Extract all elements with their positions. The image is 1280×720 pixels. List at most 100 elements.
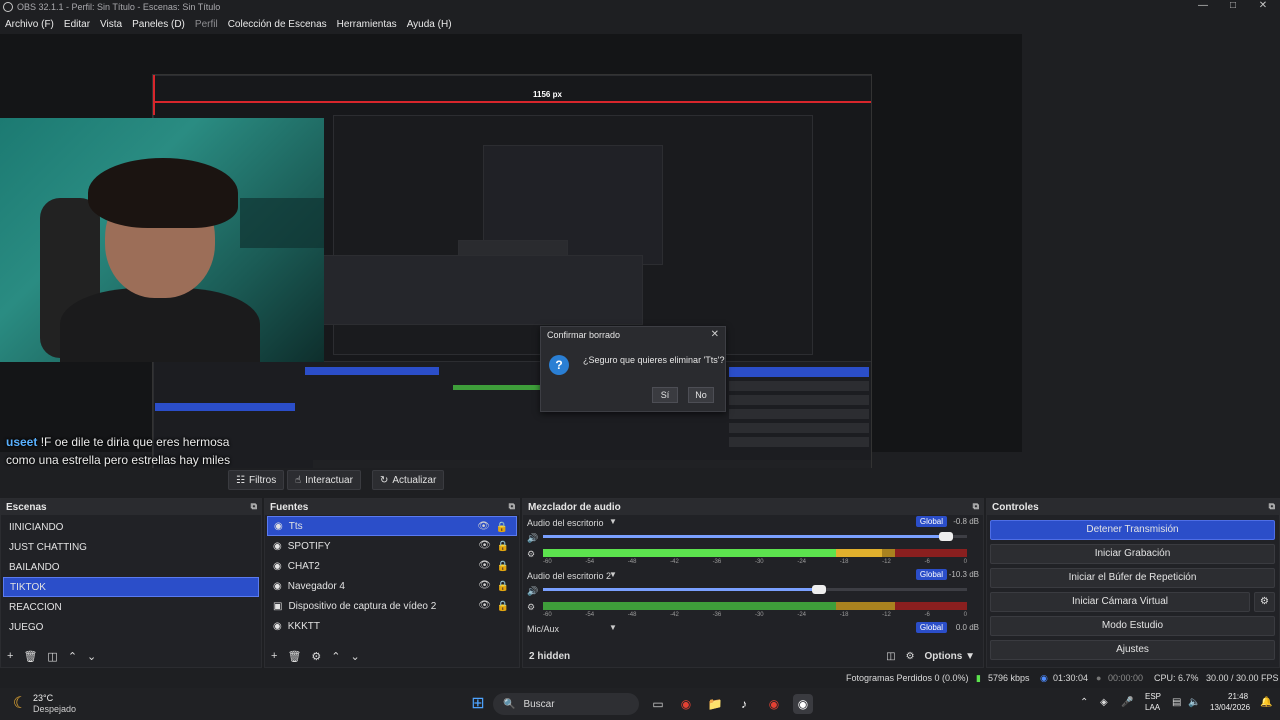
- chevron-down-icon[interactable]: ▼: [609, 517, 617, 526]
- volume-icon[interactable]: 🔈: [1188, 697, 1200, 708]
- gear-icon[interactable]: ⚙: [311, 650, 321, 663]
- chevron-up-icon[interactable]: ⌃: [1080, 697, 1088, 708]
- trash-icon[interactable]: 🗑: [287, 650, 301, 663]
- visibility-icon[interactable]: 👁: [478, 560, 491, 571]
- source-label: SPOTIFY: [287, 540, 331, 552]
- menu-coleccion[interactable]: Colección de Escenas: [223, 19, 332, 30]
- virtual-camera-button[interactable]: Iniciar Cámara Virtual: [990, 592, 1250, 612]
- add-icon[interactable]: +: [271, 650, 277, 662]
- stop-stream-button[interactable]: Detener Transmisión: [990, 520, 1275, 540]
- visibility-icon[interactable]: 👁: [478, 580, 491, 591]
- menu-herramientas[interactable]: Herramientas: [332, 19, 402, 30]
- weather-icon[interactable]: ☾: [10, 694, 30, 714]
- scene-item-selected[interactable]: TIKTOK: [3, 577, 259, 597]
- lock-icon[interactable]: 🔒: [497, 541, 509, 552]
- monitor-icon[interactable]: ⚙: [527, 549, 535, 560]
- visibility-icon[interactable]: 👁: [477, 521, 490, 532]
- undock-icon[interactable]: ⧉: [251, 501, 257, 512]
- network-icon[interactable]: ▤: [1172, 697, 1181, 708]
- source-item[interactable]: ◉ Navegador 4 👁 🔒: [267, 576, 517, 596]
- undock-icon[interactable]: ⧉: [1269, 501, 1275, 512]
- undock-icon[interactable]: ⧉: [509, 501, 515, 512]
- task-view-icon[interactable]: ▭: [648, 694, 668, 714]
- volume-slider[interactable]: [543, 532, 967, 541]
- lock-icon[interactable]: 🔒: [497, 601, 509, 612]
- trash-icon[interactable]: 🗑: [23, 650, 37, 663]
- add-icon[interactable]: +: [7, 650, 13, 662]
- dialog-message: ¿Seguro que quieres eliminar 'Tts'?: [583, 355, 725, 365]
- no-button[interactable]: No: [688, 387, 714, 403]
- interact-button[interactable]: ☝ Interactuar: [287, 470, 361, 490]
- scene-item[interactable]: IINICIANDO: [3, 517, 259, 537]
- volume-slider[interactable]: [543, 585, 967, 594]
- lang-top[interactable]: ESP: [1145, 692, 1161, 701]
- arrow-up-icon[interactable]: ⌃: [68, 650, 77, 663]
- lock-icon[interactable]: 🔒: [497, 581, 509, 592]
- global-badge[interactable]: Global: [915, 622, 947, 633]
- obs-icon[interactable]: ◉: [793, 694, 813, 714]
- tiktok-icon[interactable]: ♪: [734, 694, 754, 714]
- arrow-up-icon[interactable]: ⌃: [331, 650, 340, 663]
- visibility-icon[interactable]: 👁: [478, 600, 491, 611]
- menu-editar[interactable]: Editar: [59, 19, 95, 30]
- menu-paneles[interactable]: Paneles (D): [127, 19, 190, 30]
- source-item[interactable]: ◉ CHAT2 👁 🔒: [267, 556, 517, 576]
- level-meter: [543, 549, 967, 557]
- source-item[interactable]: ▣ Dispositivo de captura de vídeo 2 👁 🔒: [267, 596, 517, 616]
- dialog-close-icon[interactable]: ✕: [711, 329, 719, 340]
- source-item-selected[interactable]: ◉ Tts 👁 🔒: [267, 516, 517, 536]
- chrome-icon[interactable]: ◉: [676, 694, 696, 714]
- scene-item[interactable]: BAILANDO: [3, 557, 259, 577]
- chevron-down-icon[interactable]: ▼: [609, 623, 617, 632]
- preview-area[interactable]: 1156 px Confirmar borrado ✕ ? ¿Seguro qu…: [0, 34, 1022, 478]
- visibility-icon[interactable]: 👁: [478, 540, 491, 551]
- maximize-icon[interactable]: □: [1216, 0, 1250, 14]
- arrow-down-icon[interactable]: ⌄: [87, 650, 96, 663]
- source-item[interactable]: ◉ KKKTT: [267, 616, 517, 636]
- microphone-icon[interactable]: 🎤: [1121, 697, 1133, 708]
- clock-time[interactable]: 21:48: [1228, 692, 1248, 701]
- lock-icon[interactable]: 🔒: [496, 522, 508, 533]
- layout-icon[interactable]: ◫: [886, 651, 895, 662]
- windows-start-icon[interactable]: ⊞: [468, 694, 488, 714]
- camera-source-icon: ▣: [273, 600, 283, 612]
- app-tray-icon[interactable]: ◈: [1100, 697, 1108, 708]
- gear-icon[interactable]: ⚙: [906, 651, 915, 662]
- global-badge[interactable]: Global: [915, 516, 947, 527]
- minimize-icon[interactable]: —: [1186, 0, 1220, 14]
- replay-buffer-button[interactable]: Iniciar el Búfer de Repetición: [990, 568, 1275, 588]
- clock-date[interactable]: 13/04/2026: [1210, 703, 1250, 712]
- monitor-icon[interactable]: ⚙: [527, 602, 535, 613]
- options-button[interactable]: Options ▼: [925, 651, 975, 662]
- scene-item[interactable]: REACCION: [3, 597, 259, 617]
- yes-button[interactable]: Sí: [652, 387, 678, 403]
- lang-bottom[interactable]: LAA: [1145, 703, 1160, 712]
- filters-button[interactable]: ☷ Filtros: [228, 470, 285, 490]
- virtual-camera-settings-icon[interactable]: ⚙: [1254, 592, 1275, 612]
- source-item[interactable]: ◉ SPOTIFY 👁 🔒: [267, 536, 517, 556]
- speaker-icon[interactable]: 🔊: [527, 586, 538, 597]
- start-recording-button[interactable]: Iniciar Grabación: [990, 544, 1275, 564]
- close-icon[interactable]: ✕: [1246, 0, 1280, 14]
- global-badge[interactable]: Global: [915, 569, 947, 580]
- hidden-count[interactable]: 2 hidden: [529, 651, 570, 662]
- chevron-down-icon[interactable]: ▼: [609, 570, 617, 579]
- settings-button[interactable]: Ajustes: [990, 640, 1275, 660]
- folder-icon[interactable]: 📁: [705, 694, 725, 714]
- refresh-button[interactable]: ↻ Actualizar: [372, 470, 445, 490]
- taskbar-search[interactable]: 🔍 Buscar: [493, 693, 639, 715]
- speaker-icon[interactable]: 🔊: [527, 533, 538, 544]
- filter-icon[interactable]: ◫: [47, 650, 57, 663]
- menu-ayuda[interactable]: Ayuda (H): [402, 19, 457, 30]
- menu-vista[interactable]: Vista: [95, 19, 127, 30]
- studio-mode-button[interactable]: Modo Estudio: [990, 616, 1275, 636]
- scene-item[interactable]: JUST CHATTING: [3, 537, 259, 557]
- arrow-down-icon[interactable]: ⌄: [351, 650, 360, 663]
- undock-icon[interactable]: ⧉: [973, 501, 979, 512]
- menu-archivo[interactable]: Archivo (F): [0, 19, 59, 30]
- menu-perfil[interactable]: Perfil: [190, 19, 223, 30]
- chrome-icon[interactable]: ◉: [764, 694, 784, 714]
- scene-item[interactable]: JUEGO: [3, 617, 259, 637]
- notification-icon[interactable]: 🔔: [1260, 697, 1272, 708]
- lock-icon[interactable]: 🔒: [497, 561, 509, 572]
